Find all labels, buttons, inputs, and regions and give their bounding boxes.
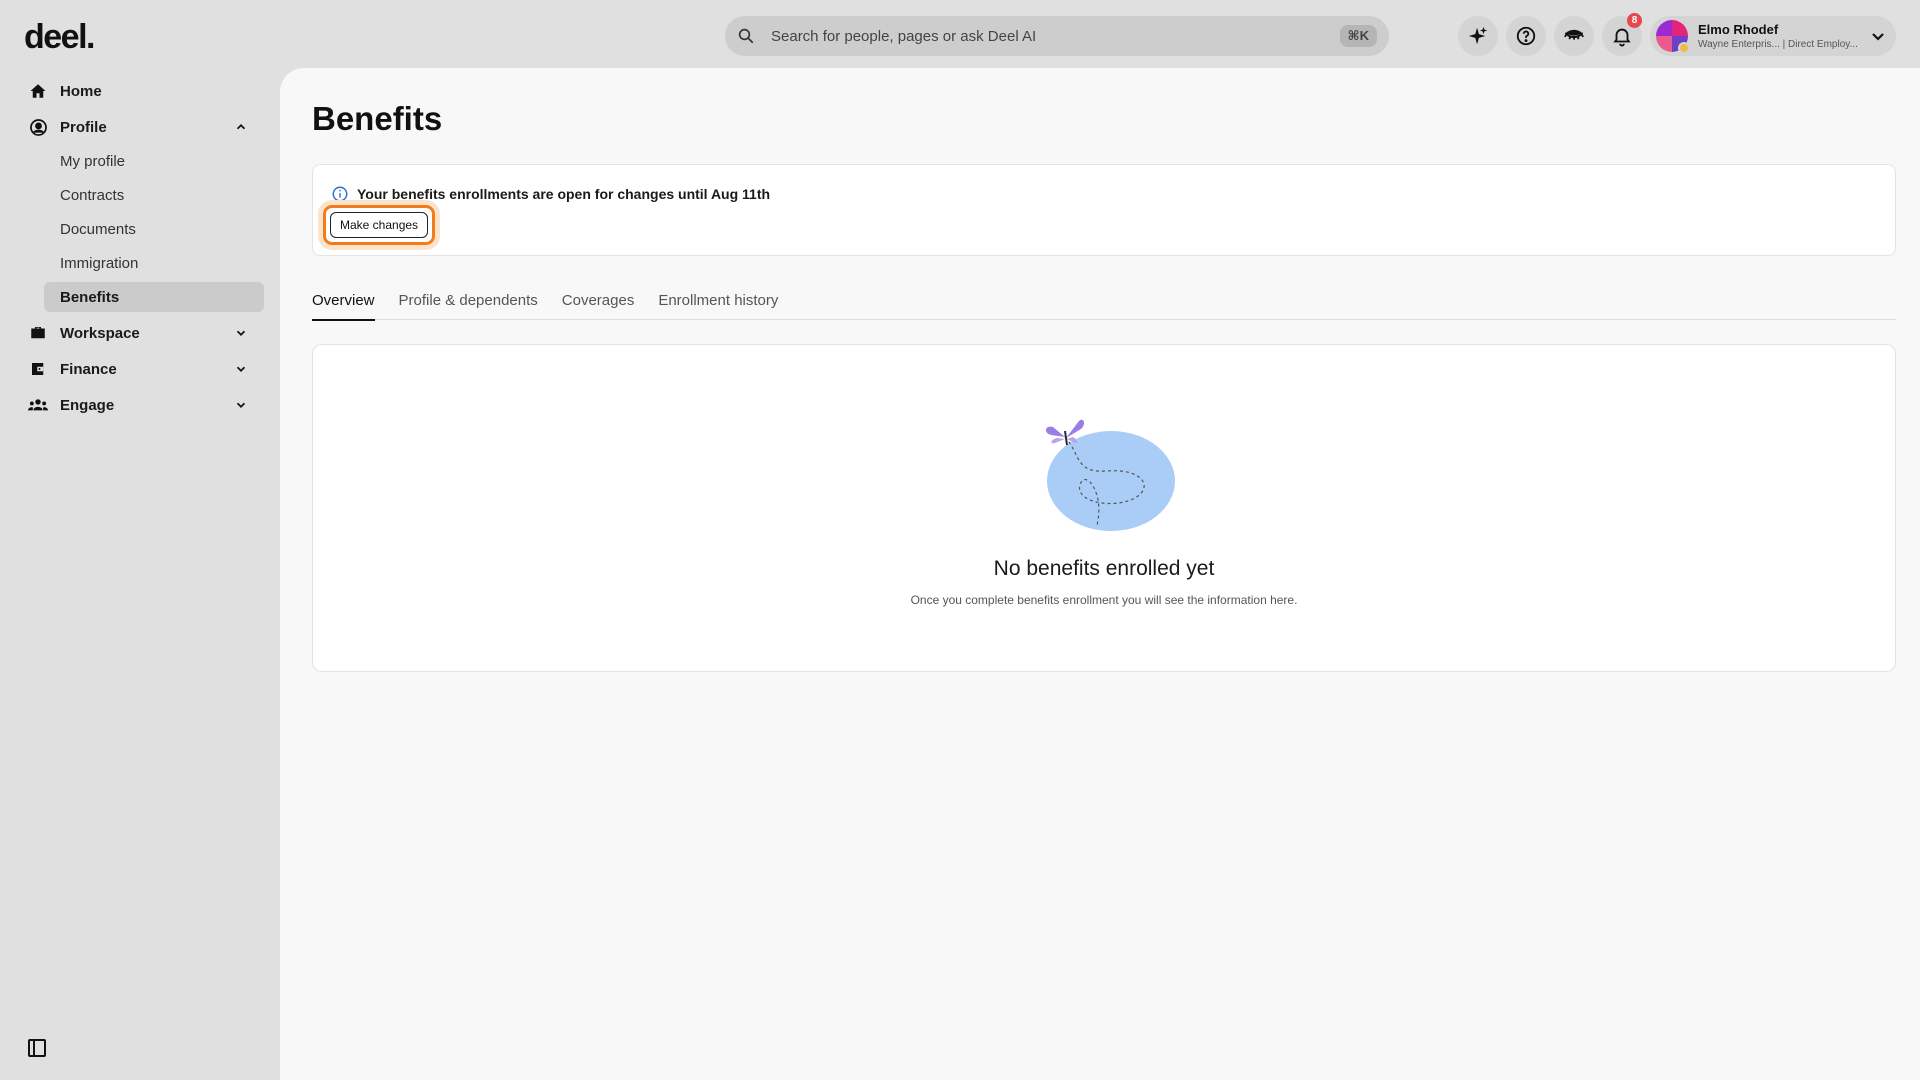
user-name: Elmo Rhodef — [1698, 22, 1779, 37]
info-icon — [332, 186, 348, 202]
sidebar-item-label: Profile — [60, 118, 107, 136]
sidebar-collapse-icon[interactable] — [27, 1038, 47, 1058]
sidebar-item-label: Home — [60, 82, 102, 100]
search-placeholder[interactable]: Search for people, pages or ask Deel AI — [771, 28, 1340, 45]
briefcase-icon — [31, 327, 45, 339]
sidebar: Home Profile My profile Contracts Docume… — [0, 74, 280, 424]
user-circle-icon — [29, 118, 47, 136]
chevron-down-icon — [1872, 33, 1884, 41]
chevron-up-icon — [236, 124, 246, 130]
sidebar-item-my-profile[interactable]: My profile — [44, 146, 264, 176]
avatar — [1656, 20, 1690, 54]
wallet-icon — [32, 363, 44, 375]
sidebar-item-benefits[interactable]: Benefits — [44, 282, 264, 312]
benefits-tabs: Overview Profile & dependents Coverages … — [312, 290, 1896, 321]
sparkle-icon — [1468, 26, 1488, 45]
deel-logo[interactable]: deel. — [24, 18, 95, 57]
search-shortcut-badge: ⌘K — [1339, 25, 1377, 47]
sidebar-item-workspace[interactable]: Workspace — [0, 316, 264, 350]
notifications-button[interactable]: 8 — [1602, 13, 1642, 56]
alert-message: Your benefits enrollments are open for c… — [357, 186, 771, 202]
user-subtitle: Wayne Enterpris... | Direct Employ... — [1698, 39, 1858, 50]
tab-profile-dependents[interactable]: Profile & dependents — [399, 290, 538, 320]
chevron-down-icon — [236, 330, 246, 336]
tab-coverages[interactable]: Coverages — [562, 290, 635, 320]
sidebar-item-immigration[interactable]: Immigration — [44, 248, 264, 278]
user-info: Elmo Rhodef Wayne Enterpris... | Direct … — [1698, 22, 1870, 50]
page-title: Benefits — [312, 100, 443, 137]
help-icon — [1516, 26, 1536, 46]
sidebar-item-home[interactable]: Home — [0, 74, 264, 108]
visibility-toggle-button[interactable] — [1554, 16, 1594, 56]
sidebar-item-label: Workspace — [60, 324, 140, 342]
help-button[interactable] — [1506, 16, 1546, 56]
tab-overview[interactable]: Overview — [312, 290, 375, 321]
empty-state-subtitle: Once you complete benefits enrollment yo… — [910, 593, 1298, 607]
sidebar-item-label: Finance — [60, 360, 117, 378]
enrollment-alert: Your benefits enrollments are open for c… — [312, 164, 1896, 256]
home-icon — [30, 84, 46, 98]
eye-closed-icon — [1564, 29, 1584, 40]
sidebar-item-documents[interactable]: Documents — [44, 214, 264, 244]
notification-count-badge: 8 — [1627, 13, 1642, 28]
make-changes-button[interactable]: Make changes — [330, 212, 429, 238]
empty-state-title: No benefits enrolled yet — [993, 557, 1215, 580]
chevron-down-icon — [236, 366, 246, 372]
empty-state-card: No benefits enrolled yet Once you comple… — [312, 344, 1896, 672]
sidebar-item-profile[interactable]: Profile — [0, 110, 264, 144]
topbar-actions: 8 — [1458, 13, 1642, 56]
search-icon — [738, 28, 754, 44]
ai-sparkle-button[interactable] — [1458, 16, 1498, 56]
search-bar[interactable]: Search for people, pages or ask Deel AI … — [725, 16, 1389, 56]
sidebar-item-engage[interactable]: Engage — [0, 388, 264, 422]
avatar-status-dot — [1678, 42, 1690, 54]
user-menu[interactable]: Elmo Rhodef Wayne Enterpris... | Direct … — [1650, 16, 1896, 56]
sidebar-item-contracts[interactable]: Contracts — [44, 180, 264, 210]
main-panel: Benefits Your benefits enrollments are o… — [280, 68, 1920, 1080]
tab-enrollment-history[interactable]: Enrollment history — [658, 290, 778, 320]
people-icon — [28, 399, 48, 411]
chevron-down-icon — [236, 402, 246, 408]
make-changes-highlight: Make changes — [323, 205, 436, 245]
bell-icon — [1613, 28, 1631, 47]
butterfly-illustration — [1045, 419, 1175, 531]
sidebar-item-finance[interactable]: Finance — [0, 352, 264, 386]
sidebar-item-label: Engage — [60, 396, 115, 414]
